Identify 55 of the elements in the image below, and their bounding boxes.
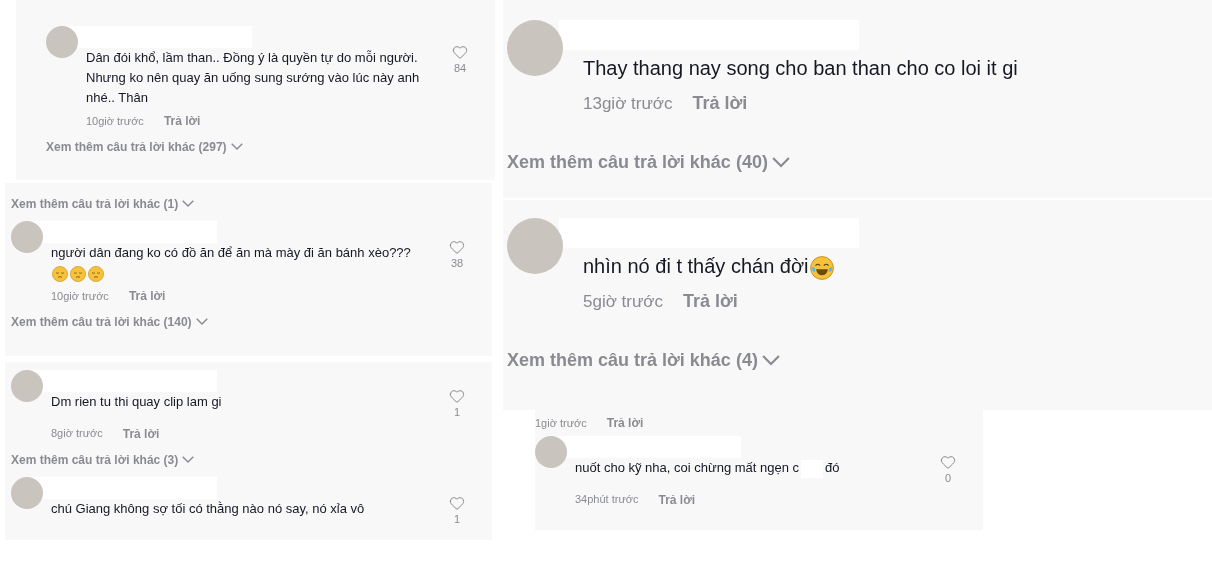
comment-text: người dân đang ko có đồ ăn để ăn mà mày đi ăn bánh xèo??? [51, 243, 442, 283]
avatar [507, 218, 563, 274]
like-count: 1 [453, 405, 461, 420]
chevron-down-icon [230, 143, 243, 151]
comment-text: nuốt cho kỹ nha, coi chừng mất ngẹn c đó [575, 458, 933, 478]
comment-time: 34phút trước [575, 492, 639, 508]
pensive-face-icon [52, 265, 68, 282]
chevron-down-icon [182, 200, 195, 208]
avatar [11, 476, 43, 509]
like-heart-icon[interactable] [449, 388, 465, 404]
like-count: 0 [944, 471, 952, 486]
pensive-face-icon [70, 265, 86, 282]
view-more-replies-link[interactable]: Xem thêm câu trả lời khác (1) [11, 195, 195, 213]
view-more-replies-link[interactable]: Xem thêm câu trả lời khác (3) [11, 450, 195, 469]
comment-time: 8giờ trước [51, 426, 103, 442]
reply-link[interactable]: Trả lời [122, 424, 160, 443]
like-count: 38 [450, 256, 464, 271]
comment-text-end: đó [825, 460, 840, 475]
like-count: 84 [453, 61, 467, 76]
like-heart-icon[interactable] [449, 494, 465, 511]
chevron-down-icon [182, 455, 195, 464]
comment-time: 10giờ trước [86, 113, 144, 129]
avatar [535, 436, 567, 468]
reply-link[interactable]: Trả lời [658, 490, 696, 509]
reply-link[interactable]: Trả lời [128, 287, 166, 305]
comment-text: nhìn nó đi t thấy chán đời [583, 252, 1200, 280]
chevron-down-icon [195, 318, 208, 326]
avatar [507, 20, 563, 76]
avatar [46, 26, 78, 58]
view-more-replies-link[interactable]: Xem thêm câu trả lời khác (297) [46, 138, 243, 156]
like-heart-icon[interactable] [452, 44, 468, 60]
comment-text: Dm rien tu thi quay clip lam gi [51, 393, 223, 411]
reply-link[interactable]: Trả lời [163, 112, 201, 130]
chevron-down-icon [761, 355, 780, 366]
like-heart-icon[interactable] [940, 454, 956, 470]
comment-text: chú Giang không sợ tối có thằng nào nó say, nó xỉa vô [51, 499, 366, 518]
comment-time: 13giờ trước [583, 92, 673, 115]
reply-link[interactable]: Trả lời [692, 90, 748, 117]
view-more-replies-link[interactable]: Xem thêm câu trả lời khác (4) [507, 347, 780, 374]
avatar [11, 221, 43, 253]
pensive-face-icon [88, 265, 104, 282]
comment-text: Thay thang nay song cho ban than cho co loi it gi [583, 56, 1019, 81]
view-more-replies-link[interactable]: Xem thêm câu trả lời khác (140) [11, 313, 208, 331]
laughing-tears-face-icon [809, 255, 834, 280]
comment-time: 5giờ trước [583, 290, 663, 313]
comment-time: 1giờ trước [535, 415, 587, 431]
comment-time: 10giờ trước [51, 288, 109, 304]
like-heart-icon[interactable] [449, 239, 465, 255]
reply-link[interactable]: Trả lời [606, 414, 644, 432]
view-more-replies-link[interactable]: Xem thêm câu trả lời khác (40) [507, 149, 790, 176]
chevron-down-icon [771, 157, 790, 168]
like-count: 1 [453, 511, 461, 527]
avatar [11, 370, 43, 402]
comment-text: Dân đói khổ, lầm than.. Đồng ý là quyền tự do mỗi người. Nhưng ko nên quay ăn uống sung sướng vào lúc này anh nhé.. Thân [86, 49, 421, 107]
reply-link[interactable]: Trả lời [683, 288, 738, 315]
